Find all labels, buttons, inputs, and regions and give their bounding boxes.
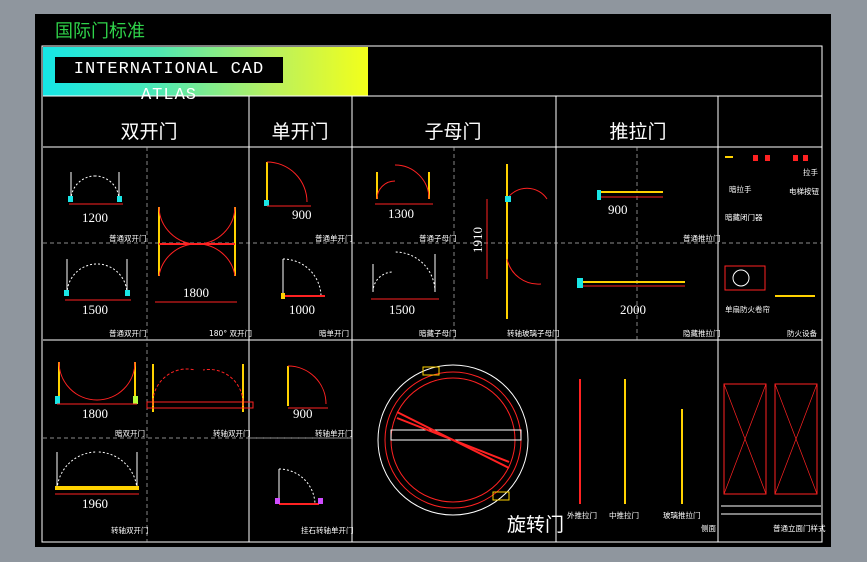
zimu-door-1500	[371, 251, 439, 300]
dim-1910: 1910	[470, 227, 485, 253]
caption-zimu-dark: 暗藏子母门	[419, 329, 457, 338]
revolving-door	[377, 364, 529, 516]
double-door-dark	[55, 361, 138, 405]
caption-handle: 拉手	[803, 168, 818, 177]
caption-slide-mid: 中推拉门	[609, 511, 639, 520]
slide-door-sections	[579, 379, 683, 504]
caption-slide-ext: 外推拉门	[567, 511, 597, 520]
dim-2000: 2000	[620, 302, 646, 317]
caption-single-std: 普通单开门	[315, 234, 353, 243]
caption-double-dark: 暗双开门	[115, 429, 145, 438]
single-door-1000	[281, 258, 325, 299]
zimu-door-1300	[375, 164, 433, 205]
single-door-900	[264, 161, 311, 207]
zimu-door-pivot	[486, 164, 548, 319]
caption-slide-std: 普通推拉门	[683, 234, 721, 243]
dim-900-b: 900	[293, 406, 313, 421]
caption-double-180: 180° 双开门	[209, 329, 252, 338]
header-sliding-door: 推拉门	[609, 121, 667, 143]
caption-closer: 暗藏闭门器	[725, 213, 763, 222]
header-zimu-door: 子母门	[424, 121, 482, 143]
caption-single-dark: 暗单开门	[319, 329, 349, 338]
dim-1500-b: 1500	[389, 302, 415, 317]
dim-900-c: 900	[608, 202, 628, 217]
caption-elevation-style: 普通立面门样式	[773, 524, 826, 533]
dim-1200: 1200	[82, 210, 108, 225]
double-door-1500	[64, 259, 131, 301]
revolving-door-label: 旋转门	[507, 514, 565, 536]
dim-1960: 1960	[82, 496, 108, 511]
header-double-door: 双开门	[120, 121, 178, 143]
caption-zimu-pivot: 转轴玻璃子母门	[507, 329, 560, 338]
caption-dark-handle: 暗拉手	[729, 185, 752, 194]
dim-1800-b: 1800	[82, 406, 108, 421]
dim-900-a: 900	[292, 207, 312, 222]
caption-double-std: 普通双开门	[109, 234, 147, 243]
slide-door-2000	[577, 278, 685, 288]
accessories	[724, 155, 815, 297]
header-single-door: 单开门	[271, 121, 329, 143]
caption-slide-glass: 玻璃推拉门	[663, 511, 701, 520]
dim-1500-a: 1500	[82, 302, 108, 317]
double-door-pivot	[146, 364, 254, 412]
dashed-grid	[43, 147, 822, 542]
caption-double-std-2: 普通双开门	[109, 329, 147, 338]
cad-sheet: 国际门标准 INTERNATIONAL CAD ATLAS 双开门 单开门 子母…	[35, 14, 831, 547]
dim-1800-a: 1800	[183, 285, 209, 300]
caption-double-pivot-2: 转轴双开门	[111, 526, 149, 535]
caption-double-pivot: 转轴双开门	[213, 429, 251, 438]
caption-slide-hidden: 隐藏推拉门	[683, 329, 721, 338]
caption-lock: 电梯按钮	[789, 187, 819, 196]
caption-side-view: 侧面	[701, 524, 716, 533]
slide-door-900	[597, 190, 663, 200]
caption-fire-valve: 单扇防火卷帘	[725, 305, 770, 314]
door-elevations	[721, 383, 821, 515]
double-door-1960	[55, 451, 139, 495]
single-door-dark	[287, 365, 328, 409]
dim-1000: 1000	[289, 302, 315, 317]
dim-1300: 1300	[388, 206, 414, 221]
caption-single-pivot: 转轴单开门	[315, 429, 353, 438]
caption-single-stone: 挂石转轴单开门	[301, 526, 354, 535]
caption-fire-equip: 防火设备	[787, 329, 817, 338]
caption-zimu-std: 普通子母门	[419, 234, 457, 243]
single-door-stone	[275, 468, 323, 505]
double-door-1200	[68, 172, 123, 205]
door-drawing	[41, 45, 823, 543]
